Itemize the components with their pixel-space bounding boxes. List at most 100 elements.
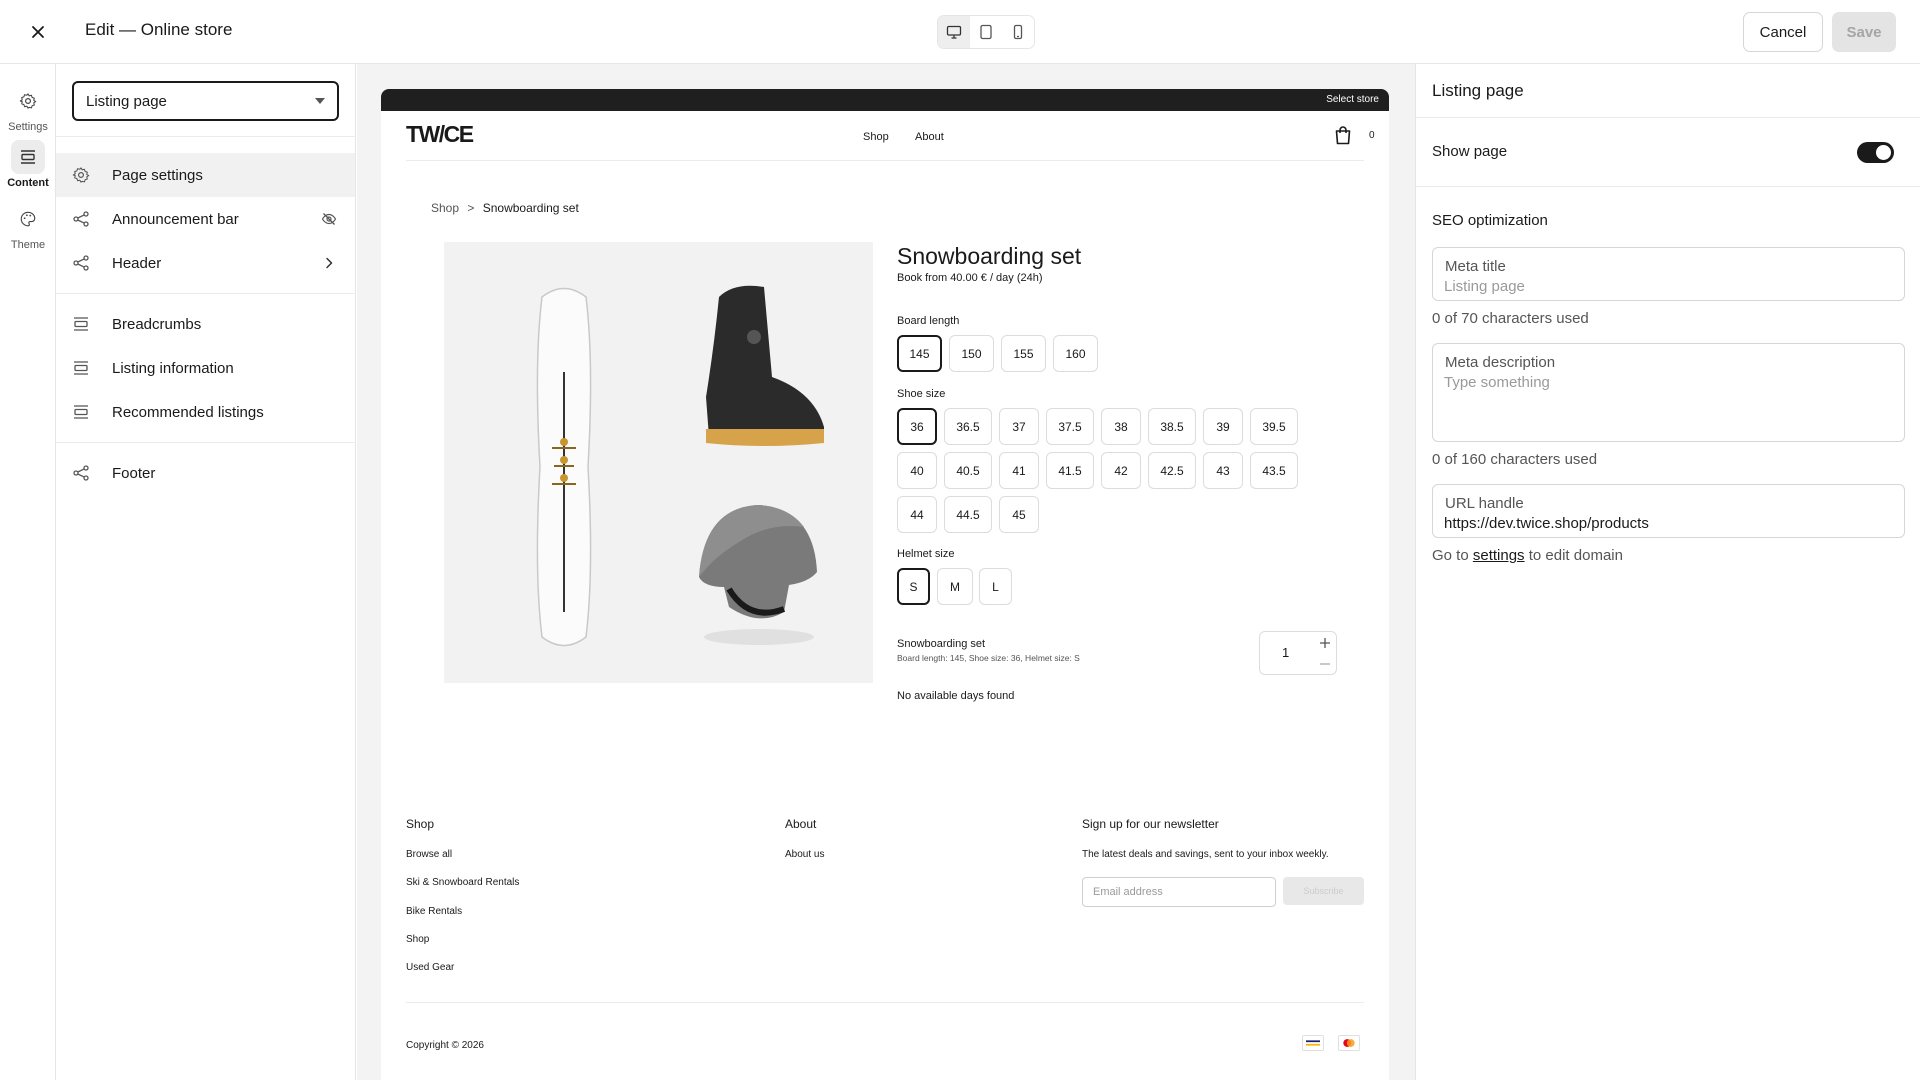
meta-description-label: Meta description: [1445, 354, 1556, 371]
section-item-footer[interactable]: Footer: [56, 451, 355, 495]
show-page-toggle[interactable]: [1857, 142, 1894, 163]
shoe-size-chip[interactable]: 42: [1101, 452, 1141, 489]
select-store-link[interactable]: Select store: [1326, 94, 1379, 105]
board-length-label: Board length: [897, 315, 960, 327]
nav-link-about[interactable]: About: [915, 131, 944, 143]
quantity-stepper: 1: [1259, 631, 1337, 675]
meta-description-help: 0 of 160 characters used: [1432, 451, 1598, 468]
cancel-button[interactable]: Cancel: [1743, 12, 1823, 52]
announcement-bar: Select store: [381, 89, 1389, 111]
board-length-chip[interactable]: 160: [1053, 335, 1098, 372]
shoe-size-chip[interactable]: 45: [999, 496, 1039, 533]
section-item-label: Page settings: [112, 166, 203, 184]
shoe-size-chip[interactable]: 38: [1101, 408, 1141, 445]
footer-link[interactable]: About us: [785, 849, 824, 860]
shoe-size-chip[interactable]: 40.5: [944, 452, 992, 489]
shoe-size-chip[interactable]: 44: [897, 496, 937, 533]
url-handle-input[interactable]: [1444, 515, 1884, 532]
shoe-size-chip[interactable]: 42.5: [1148, 452, 1196, 489]
minus-icon: [1320, 663, 1330, 665]
desktop-view-button[interactable]: [938, 16, 970, 48]
section-block-icon: [74, 361, 88, 375]
sections-icon: [21, 150, 35, 164]
save-button[interactable]: Save: [1832, 12, 1896, 52]
tablet-view-button[interactable]: [970, 16, 1002, 48]
shoe-size-chip[interactable]: 41: [999, 452, 1039, 489]
page-select[interactable]: Listing page: [72, 81, 339, 121]
helmet-size-chip[interactable]: L: [979, 568, 1012, 605]
footer-link[interactable]: Ski & Snowboard Rentals: [406, 877, 519, 888]
url-handle-field: URL handle: [1432, 484, 1905, 538]
shoe-size-chip[interactable]: 36: [897, 408, 937, 445]
section-item-label: Header: [112, 254, 162, 272]
shoe-size-chip[interactable]: 37.5: [1046, 408, 1094, 445]
shoe-size-chip[interactable]: 44.5: [944, 496, 992, 533]
url-handle-label: URL handle: [1445, 495, 1524, 512]
helmet-size-chip[interactable]: S: [897, 568, 930, 605]
store-logo[interactable]: TW/CE: [406, 123, 486, 145]
sections-panel: Listing page Page settings Announcement …: [56, 64, 356, 1080]
rail-item-theme[interactable]: Theme: [0, 202, 56, 251]
shoe-size-chip[interactable]: 38.5: [1148, 408, 1196, 445]
quantity-value[interactable]: 1: [1282, 645, 1289, 660]
shoe-size-chip[interactable]: 39.5: [1250, 408, 1298, 445]
section-item-listing-information[interactable]: Listing information: [56, 346, 355, 390]
shoe-size-chip[interactable]: 36.5: [944, 408, 992, 445]
shopping-bag-icon[interactable]: [1334, 125, 1352, 145]
helmet-size-label: Helmet size: [897, 548, 955, 560]
subscribe-button[interactable]: Subscribe: [1283, 877, 1364, 905]
footer-link[interactable]: Shop: [406, 934, 429, 945]
divider: [56, 442, 355, 443]
quantity-increase-button[interactable]: [1317, 635, 1333, 651]
breadcrumb-shop-link[interactable]: Shop: [431, 201, 459, 215]
meta-title-field: Meta title: [1432, 247, 1905, 301]
footer-link[interactable]: Used Gear: [406, 962, 454, 973]
footer-link[interactable]: Bike Rentals: [406, 906, 462, 917]
shoe-size-chip[interactable]: 37: [999, 408, 1039, 445]
section-item-page-settings[interactable]: Page settings: [56, 153, 355, 197]
section-item-recommended-listings[interactable]: Recommended listings: [56, 390, 355, 434]
rail-item-settings[interactable]: Settings: [0, 84, 56, 133]
mobile-view-button[interactable]: [1002, 16, 1034, 48]
shoe-size-chip[interactable]: 39: [1203, 408, 1243, 445]
section-block-icon: [74, 317, 88, 331]
url-handle-help: Go to settings to edit domain: [1432, 547, 1623, 564]
helmet-image[interactable]: [689, 497, 824, 647]
nav-link-shop[interactable]: Shop: [863, 131, 889, 143]
quantity-decrease-button[interactable]: [1317, 656, 1333, 672]
board-length-chip[interactable]: 150: [949, 335, 994, 372]
newsletter-heading: Sign up for our newsletter: [1082, 817, 1219, 831]
board-length-chip[interactable]: 155: [1001, 335, 1046, 372]
shoe-size-chip[interactable]: 41.5: [1046, 452, 1094, 489]
close-button[interactable]: [26, 20, 50, 44]
snowboard-boot-image[interactable]: [684, 277, 829, 452]
eye-off-icon[interactable]: [321, 211, 337, 227]
rail-label-content: Content: [7, 177, 49, 189]
product-gallery: [444, 242, 873, 683]
settings-link[interactable]: settings: [1473, 547, 1525, 564]
section-item-header[interactable]: Header: [56, 241, 355, 285]
helmet-size-chip[interactable]: M: [937, 568, 973, 605]
share-nodes-icon: [73, 465, 89, 481]
section-item-label: Recommended listings: [112, 403, 264, 421]
section-item-announcement-bar[interactable]: Announcement bar: [56, 197, 355, 241]
snowboard-image[interactable]: [524, 282, 604, 652]
product-title: Snowboarding set: [897, 243, 1082, 269]
rail-item-content[interactable]: Content: [0, 140, 56, 189]
settings-title: Listing page: [1432, 81, 1524, 100]
board-length-chip[interactable]: 145: [897, 335, 942, 372]
meta-title-input[interactable]: [1444, 278, 1884, 295]
shoe-size-chip[interactable]: 40: [897, 452, 937, 489]
rail-label-settings: Settings: [8, 121, 48, 133]
seo-heading: SEO optimization: [1432, 212, 1548, 229]
newsletter-email-input[interactable]: [1082, 877, 1276, 907]
section-item-breadcrumbs[interactable]: Breadcrumbs: [56, 302, 355, 346]
preview-canvas: Select store TW/CE Shop About 0 Shop > S…: [357, 64, 1415, 1080]
shoe-size-chip[interactable]: 43.5: [1250, 452, 1298, 489]
toggle-knob: [1876, 145, 1891, 160]
section-item-label: Footer: [112, 464, 156, 482]
chevron-right-icon[interactable]: [321, 255, 337, 271]
meta-description-input[interactable]: [1444, 374, 1884, 414]
shoe-size-chip[interactable]: 43: [1203, 452, 1243, 489]
footer-link[interactable]: Browse all: [406, 849, 452, 860]
